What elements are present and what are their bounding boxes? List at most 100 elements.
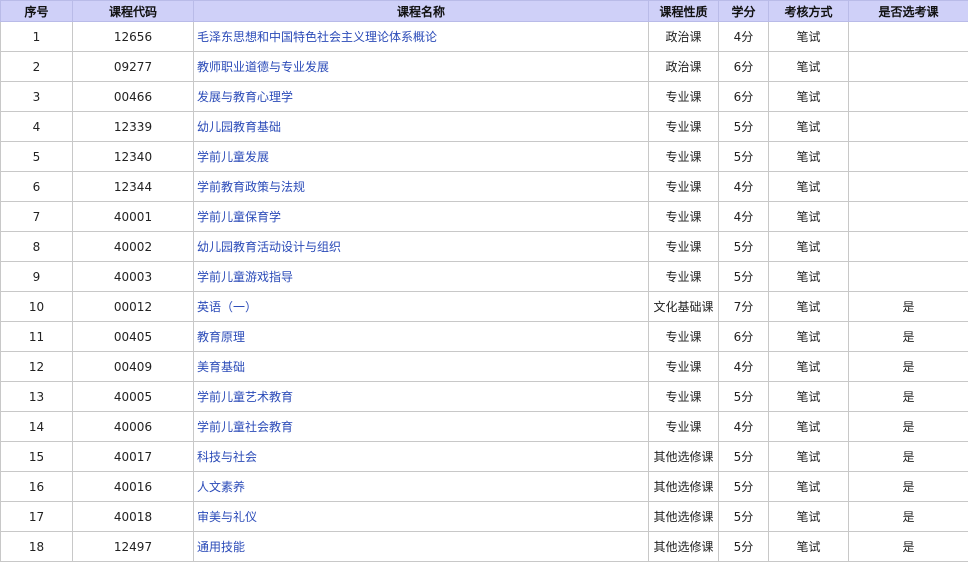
table-row: 300466发展与教育心理学专业课6分笔试	[1, 82, 968, 112]
course-name-link[interactable]: 学前儿童艺术教育	[197, 390, 293, 404]
exam-method-cell: 笔试	[769, 502, 849, 532]
header-course-type: 课程性质	[649, 1, 719, 22]
table-row: 1812497通用技能其他选修课5分笔试是	[1, 532, 968, 562]
credit-cell: 6分	[719, 322, 769, 352]
course-type-cell: 专业课	[649, 172, 719, 202]
course-name-cell: 美育基础	[194, 352, 649, 382]
course-name-link[interactable]: 审美与礼仪	[197, 510, 257, 524]
course-type-cell: 专业课	[649, 382, 719, 412]
credit-cell: 6分	[719, 52, 769, 82]
table-row: 1540017科技与社会其他选修课5分笔试是	[1, 442, 968, 472]
course-name-cell: 学前儿童艺术教育	[194, 382, 649, 412]
exam-method-cell: 笔试	[769, 262, 849, 292]
header-exam-method: 考核方式	[769, 1, 849, 22]
elective-cell: 是	[849, 382, 968, 412]
course-code-cell: 12339	[73, 112, 194, 142]
course-code-cell: 40017	[73, 442, 194, 472]
course-name-link[interactable]: 科技与社会	[197, 450, 257, 464]
course-name-link[interactable]: 幼儿园教育基础	[197, 120, 281, 134]
exam-method-cell: 笔试	[769, 232, 849, 262]
elective-cell	[849, 82, 968, 112]
course-name-cell: 学前儿童游戏指导	[194, 262, 649, 292]
table-row: 1100405教育原理专业课6分笔试是	[1, 322, 968, 352]
course-name-cell: 幼儿园教育活动设计与组织	[194, 232, 649, 262]
course-code-cell: 40001	[73, 202, 194, 232]
elective-cell	[849, 112, 968, 142]
table-row: 1440006学前儿童社会教育专业课4分笔试是	[1, 412, 968, 442]
course-name-link[interactable]: 毛泽东思想和中国特色社会主义理论体系概论	[197, 30, 437, 44]
credit-cell: 4分	[719, 412, 769, 442]
index-cell: 6	[1, 172, 73, 202]
elective-cell: 是	[849, 352, 968, 382]
credit-cell: 6分	[719, 82, 769, 112]
table-row: 1340005学前儿童艺术教育专业课5分笔试是	[1, 382, 968, 412]
table-row: 1200409美育基础专业课4分笔试是	[1, 352, 968, 382]
course-name-cell: 学前儿童社会教育	[194, 412, 649, 442]
index-cell: 9	[1, 262, 73, 292]
course-code-cell: 12340	[73, 142, 194, 172]
elective-cell	[849, 172, 968, 202]
course-name-cell: 科技与社会	[194, 442, 649, 472]
credit-cell: 5分	[719, 142, 769, 172]
course-code-cell: 12344	[73, 172, 194, 202]
header-index: 序号	[1, 1, 73, 22]
course-code-cell: 00409	[73, 352, 194, 382]
elective-cell: 是	[849, 502, 968, 532]
course-name-link[interactable]: 学前儿童保育学	[197, 210, 281, 224]
header-course-code: 课程代码	[73, 1, 194, 22]
elective-cell: 是	[849, 292, 968, 322]
elective-cell: 是	[849, 412, 968, 442]
course-type-cell: 其他选修课	[649, 502, 719, 532]
course-name-link[interactable]: 学前儿童游戏指导	[197, 270, 293, 284]
course-name-link[interactable]: 教育原理	[197, 330, 245, 344]
course-name-link[interactable]: 发展与教育心理学	[197, 90, 293, 104]
course-name-link[interactable]: 学前教育政策与法规	[197, 180, 305, 194]
index-cell: 13	[1, 382, 73, 412]
table-row: 940003学前儿童游戏指导专业课5分笔试	[1, 262, 968, 292]
course-name-link[interactable]: 学前儿童社会教育	[197, 420, 293, 434]
index-cell: 12	[1, 352, 73, 382]
credit-cell: 5分	[719, 502, 769, 532]
elective-cell: 是	[849, 532, 968, 562]
index-cell: 14	[1, 412, 73, 442]
course-name-link[interactable]: 英语（一）	[197, 300, 257, 314]
credit-cell: 5分	[719, 112, 769, 142]
elective-cell	[849, 232, 968, 262]
credit-cell: 4分	[719, 352, 769, 382]
elective-cell: 是	[849, 322, 968, 352]
course-code-cell: 12497	[73, 532, 194, 562]
index-cell: 18	[1, 532, 73, 562]
course-type-cell: 专业课	[649, 112, 719, 142]
course-type-cell: 政治课	[649, 52, 719, 82]
index-cell: 2	[1, 52, 73, 82]
course-name-cell: 教育原理	[194, 322, 649, 352]
course-name-cell: 发展与教育心理学	[194, 82, 649, 112]
exam-method-cell: 笔试	[769, 112, 849, 142]
course-code-cell: 40002	[73, 232, 194, 262]
header-course-name: 课程名称	[194, 1, 649, 22]
course-type-cell: 专业课	[649, 202, 719, 232]
course-name-link[interactable]: 通用技能	[197, 540, 245, 554]
course-name-cell: 英语（一）	[194, 292, 649, 322]
course-name-cell: 学前儿童发展	[194, 142, 649, 172]
table-row: 1740018审美与礼仪其他选修课5分笔试是	[1, 502, 968, 532]
course-name-link[interactable]: 幼儿园教育活动设计与组织	[197, 240, 341, 254]
elective-cell: 是	[849, 472, 968, 502]
course-table: 序号 课程代码 课程名称 课程性质 学分 考核方式 是否选考课 112656毛泽…	[0, 0, 968, 562]
course-name-link[interactable]: 教师职业道德与专业发展	[197, 60, 329, 74]
course-type-cell: 其他选修课	[649, 472, 719, 502]
credit-cell: 5分	[719, 382, 769, 412]
index-cell: 3	[1, 82, 73, 112]
course-name-link[interactable]: 学前儿童发展	[197, 150, 269, 164]
table-row: 840002幼儿园教育活动设计与组织专业课5分笔试	[1, 232, 968, 262]
elective-cell	[849, 262, 968, 292]
course-name-link[interactable]: 人文素养	[197, 480, 245, 494]
exam-method-cell: 笔试	[769, 322, 849, 352]
elective-cell	[849, 202, 968, 232]
table-row: 612344学前教育政策与法规专业课4分笔试	[1, 172, 968, 202]
course-name-link[interactable]: 美育基础	[197, 360, 245, 374]
index-cell: 8	[1, 232, 73, 262]
exam-method-cell: 笔试	[769, 202, 849, 232]
exam-method-cell: 笔试	[769, 82, 849, 112]
index-cell: 15	[1, 442, 73, 472]
